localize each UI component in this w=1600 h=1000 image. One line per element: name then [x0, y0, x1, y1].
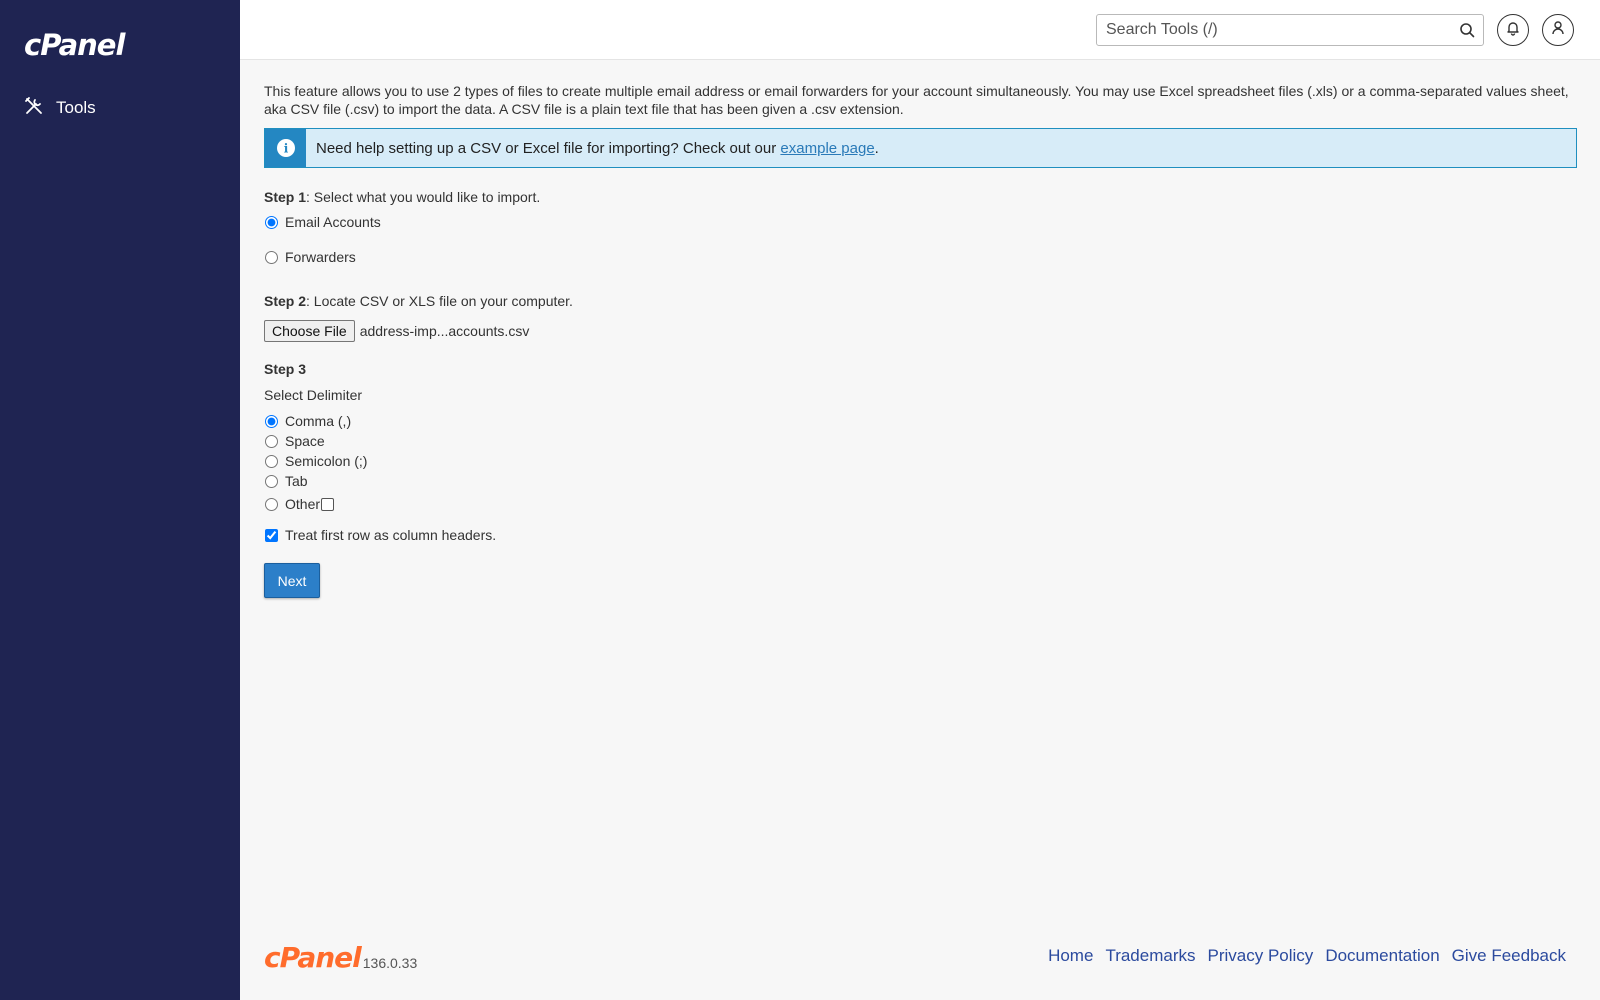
radio-comma[interactable]: Comma (,) [264, 411, 1577, 431]
user-icon [1550, 20, 1566, 41]
bell-icon [1505, 20, 1521, 41]
search-input[interactable] [1097, 15, 1437, 45]
footer-brand: cPanel 136.0.33 [264, 944, 417, 972]
alert-suffix: . [874, 139, 879, 157]
other-delimiter-input[interactable] [321, 497, 335, 511]
space-radio[interactable] [265, 434, 278, 448]
footer-links: Home Trademarks Privacy Policy Documenta… [1048, 946, 1566, 966]
selected-file-name: address-imp...accounts.csv [359, 323, 530, 339]
step1-title: Step 1: Select what you would like to im… [264, 189, 1577, 205]
radio-forwarders[interactable]: Forwarders [264, 247, 1577, 267]
version-label: 136.0.33 [362, 955, 418, 971]
alert-text: Need help setting up a CSV or Excel file… [316, 139, 777, 157]
search-icon[interactable] [1459, 22, 1475, 43]
alert-message: Need help setting up a CSV or Excel file… [316, 140, 879, 157]
column-headers-checkbox-row[interactable]: Treat first row as column headers. [264, 525, 1577, 545]
email-accounts-radio[interactable] [265, 215, 278, 229]
radio-label: Email Accounts [285, 214, 381, 230]
radio-other[interactable]: Other [264, 491, 1577, 517]
sidebar: cPanel Tools [0, 0, 240, 1000]
user-menu-button[interactable] [1542, 14, 1574, 46]
step2-label: Step 2 [264, 293, 307, 309]
radio-space[interactable]: Space [264, 431, 1577, 451]
notifications-button[interactable] [1497, 14, 1529, 46]
choose-file-button[interactable]: Choose File [264, 320, 355, 342]
comma-radio[interactable] [265, 414, 278, 428]
forwarders-radio[interactable] [265, 250, 278, 264]
radio-label: Comma (,) [285, 413, 352, 429]
radio-semicolon[interactable]: Semicolon (;) [264, 451, 1577, 471]
next-button[interactable]: Next [264, 563, 320, 598]
info-icon: i [265, 129, 306, 167]
other-radio[interactable] [265, 497, 278, 511]
step3-label: Step 3 [264, 361, 307, 377]
step3-title: Step 3 [264, 361, 1577, 377]
checkbox-label: Treat first row as column headers. [285, 527, 497, 543]
radio-label: Forwarders [285, 249, 356, 265]
footer-link-trademarks[interactable]: Trademarks [1105, 946, 1195, 966]
footer-cpanel-logo[interactable]: cPanel [264, 944, 362, 972]
radio-label: Semicolon (;) [285, 453, 368, 469]
info-alert: i Need help setting up a CSV or Excel fi… [264, 128, 1577, 168]
step2-text: : Locate CSV or XLS file on your compute… [306, 293, 573, 309]
sidebar-item-tools[interactable]: Tools [24, 96, 96, 120]
semicolon-radio[interactable] [265, 454, 278, 468]
example-page-link[interactable]: example page [780, 140, 874, 157]
tab-radio[interactable] [265, 474, 278, 488]
file-picker: Choose File address-imp...accounts.csv [264, 320, 1577, 342]
tools-icon [24, 96, 56, 121]
footer-link-home[interactable]: Home [1048, 946, 1093, 966]
radio-label: Tab [285, 473, 308, 489]
delimiter-label: Select Delimiter [264, 387, 363, 403]
sidebar-item-label: Tools [56, 98, 96, 117]
cpanel-logo[interactable]: cPanel [24, 28, 125, 62]
footer-link-give-feedback[interactable]: Give Feedback [1452, 946, 1566, 966]
radio-email-accounts[interactable]: Email Accounts [264, 212, 1577, 232]
svg-text:i: i [283, 142, 288, 156]
column-headers-checkbox[interactable] [265, 528, 278, 542]
radio-label: Other [285, 496, 321, 512]
intro-text: This feature allows you to use 2 types o… [264, 83, 1569, 117]
top-bar [240, 0, 1600, 60]
radio-label: Space [285, 433, 325, 449]
step1-text: : Select what you would like to import. [306, 189, 541, 205]
footer-link-privacy-policy[interactable]: Privacy Policy [1208, 946, 1314, 966]
step2-title: Step 2: Locate CSV or XLS file on your c… [264, 293, 1577, 309]
footer-link-documentation[interactable]: Documentation [1325, 946, 1439, 966]
step1-label: Step 1 [264, 189, 307, 205]
main-content: This feature allows you to use 2 types o… [264, 82, 1577, 598]
radio-tab[interactable]: Tab [264, 471, 1577, 491]
search-box [1096, 14, 1484, 46]
